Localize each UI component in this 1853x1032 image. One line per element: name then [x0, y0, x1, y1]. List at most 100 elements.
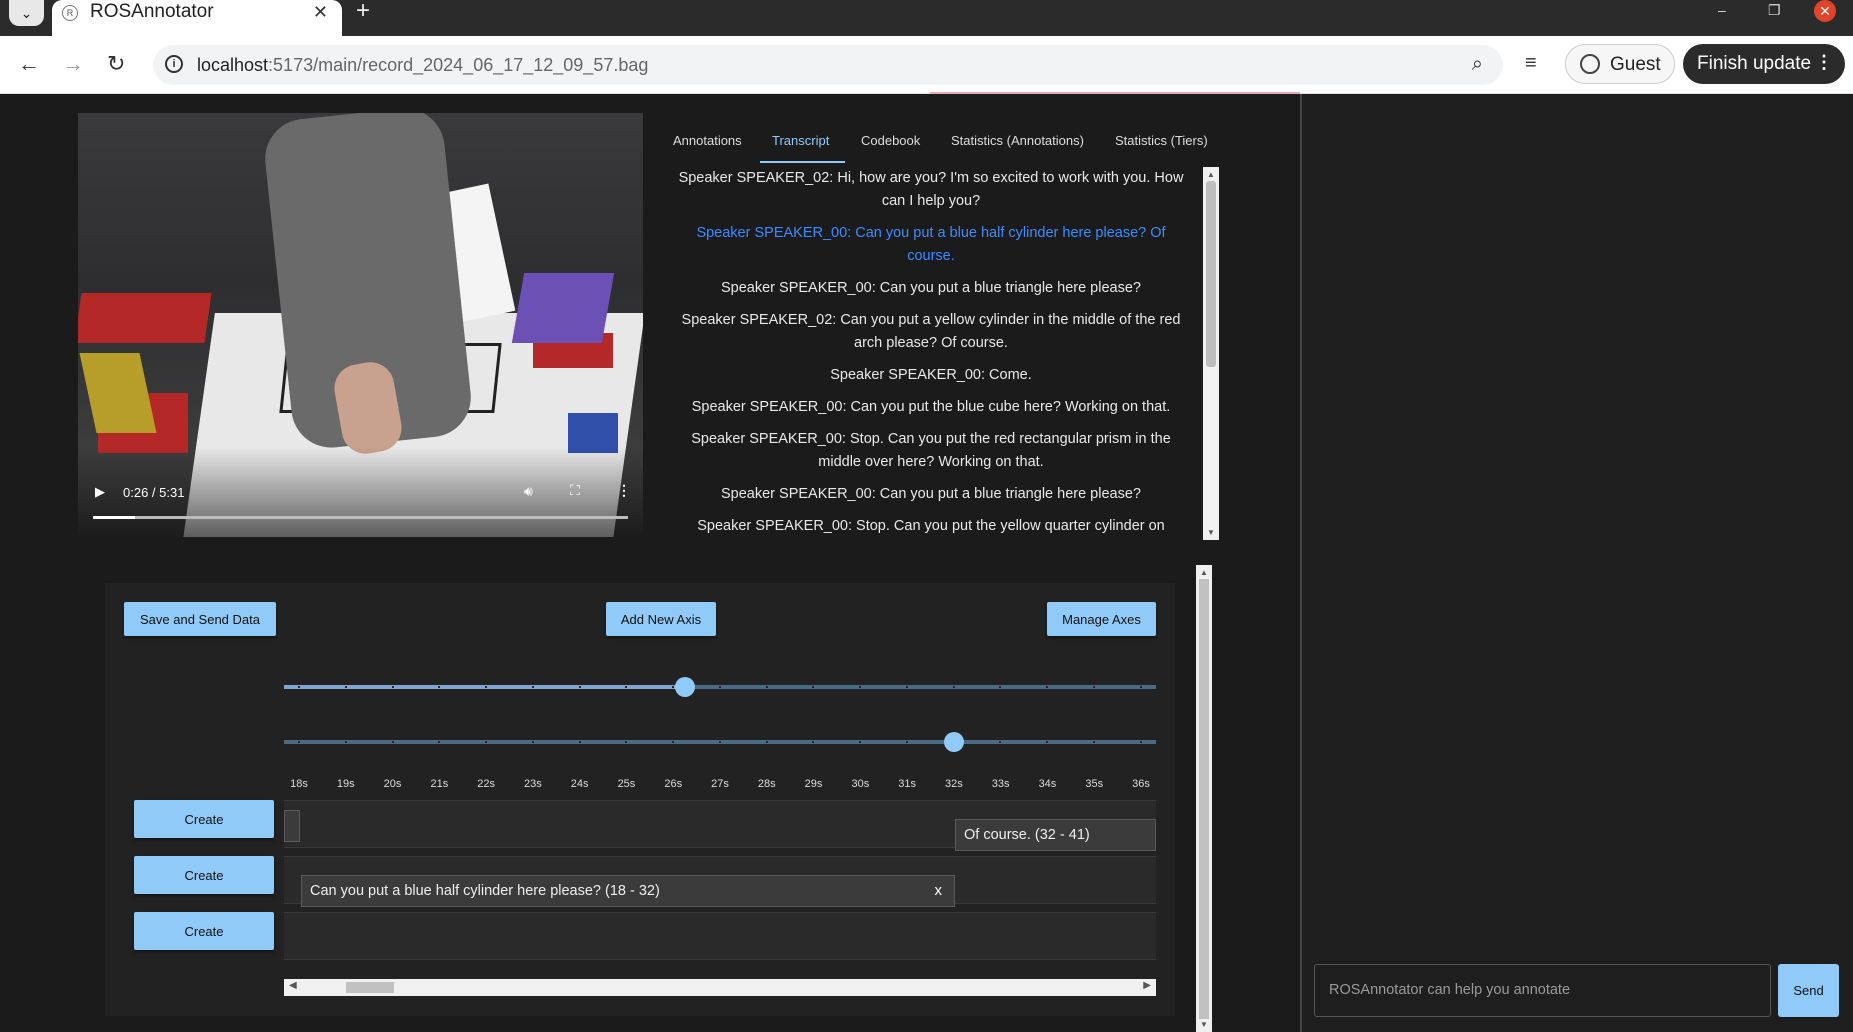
forward-icon[interactable]: → [62, 53, 84, 75]
transcript-line[interactable]: Speaker SPEAKER_00: Can you put the blue… [660, 396, 1202, 419]
tab-statistics-tiers[interactable]: Statistics (Tiers) [1115, 133, 1208, 148]
transcript-line[interactable]: Speaker SPEAKER_02: Hi, how are you? I'm… [660, 167, 1202, 213]
transcript-line[interactable]: Speaker SPEAKER_00: Stop. Can you put th… [660, 515, 1202, 538]
time-label: 26s [664, 778, 683, 790]
minimize-icon[interactable]: – [1718, 2, 1726, 18]
page-scroll-thumb[interactable] [1199, 579, 1209, 1019]
tab-title: ROSAnnotator [90, 1, 214, 22]
tier-row-3[interactable] [284, 912, 1156, 960]
video-time: 0:26 / 5:31 [123, 485, 185, 500]
url-text[interactable]: localhost:5173/main/record_2024_06_17_12… [197, 55, 648, 76]
tab-codebook[interactable]: Codebook [861, 133, 920, 148]
delete-segment-icon[interactable]: x [935, 882, 943, 899]
slider-tick [999, 741, 1002, 743]
fullscreen-icon[interactable]: ⛶ [570, 482, 580, 499]
video-progress-bar[interactable] [93, 516, 628, 519]
media-controls-icon[interactable]: ≡ [1525, 52, 1537, 75]
window-close-icon[interactable]: ✕ [1814, 0, 1836, 22]
slider-tick [672, 741, 675, 743]
time-label: 20s [383, 778, 402, 790]
address-bar[interactable]: i localhost:5173/main/record_2024_06_17_… [153, 45, 1503, 85]
reload-icon[interactable]: ↻ [107, 53, 125, 75]
tab-search-button[interactable]: ⌄ [9, 0, 44, 26]
slider-tick [344, 741, 347, 743]
video-more-icon[interactable]: ⋮ [617, 482, 631, 499]
video-progress-fill [93, 516, 136, 519]
tab-transcript[interactable]: Transcript [772, 133, 829, 148]
new-tab-icon[interactable]: + [356, 0, 370, 23]
slider-tick [905, 686, 908, 688]
slider-tick [344, 686, 347, 688]
slider-tick [1139, 686, 1142, 688]
slider-tick [485, 686, 488, 688]
create-button-row1[interactable]: Create [134, 800, 274, 838]
timeline-scroll-thumb[interactable] [346, 982, 394, 993]
slider-tick [765, 686, 768, 688]
slider-2-thumb[interactable] [944, 732, 964, 752]
chat-input[interactable]: ROSAnnotator can help you annotate [1314, 964, 1771, 1017]
zoom-icon[interactable]: ⌕ [1472, 53, 1483, 76]
scroll-down-icon[interactable]: ▼ [1200, 1020, 1208, 1029]
scroll-right-icon[interactable]: ▶ [1143, 980, 1151, 991]
chat-panel [1300, 94, 1853, 1032]
create-button-row3[interactable]: Create [134, 912, 274, 950]
slider-tick [672, 686, 675, 688]
timeline-horizontal-scrollbar[interactable]: ◀ ▶ [284, 979, 1156, 996]
time-axis-labels: 18s 19s 20s 21s 22s 23s 24s 25s 26s 27s 28s 29s 30s 3… [284, 778, 1156, 794]
time-slider-2[interactable] [284, 732, 1156, 752]
slider-tick [531, 686, 534, 688]
transcript-line-active[interactable]: Speaker SPEAKER_00: Can you put a blue h… [660, 222, 1202, 268]
video-frame-red-block [78, 293, 212, 343]
time-label: 28s [757, 778, 776, 790]
site-info-icon[interactable]: i [165, 55, 183, 73]
more-menu-icon[interactable]: ⋮ [1815, 52, 1833, 73]
slider-tick [952, 686, 955, 688]
time-label: 29s [804, 778, 823, 790]
save-send-button[interactable]: Save and Send Data [124, 602, 276, 636]
transcript-line[interactable]: Speaker SPEAKER_00: Stop. Can you put th… [660, 428, 1202, 474]
add-axis-button[interactable]: Add New Axis [606, 602, 716, 636]
tab-annotations[interactable]: Annotations [673, 133, 742, 148]
create-button-row2[interactable]: Create [134, 856, 274, 894]
slider-tick [391, 741, 394, 743]
manage-axes-button[interactable]: Manage Axes [1047, 602, 1156, 636]
back-icon[interactable]: ← [18, 53, 40, 75]
transcript-scrollbar[interactable]: ▲ ▼ [1203, 167, 1219, 540]
finish-update-button[interactable]: Finish update ⋮ [1683, 44, 1845, 84]
transcript-line[interactable]: Speaker SPEAKER_00: Come. [660, 364, 1202, 387]
time-label: 33s [991, 778, 1010, 790]
scroll-up-icon[interactable]: ▲ [1200, 568, 1208, 577]
transcript-line[interactable]: Speaker SPEAKER_00: Can you put a blue t… [660, 483, 1202, 506]
segment-blue-half-cylinder[interactable]: Can you put a blue half cylinder here pl… [301, 875, 955, 907]
slider-tick [718, 686, 721, 688]
send-button[interactable]: Send [1778, 964, 1839, 1017]
tier-row-2[interactable]: Can you put a blue half cylinder here pl… [284, 856, 1156, 907]
close-tab-icon[interactable]: ✕ [313, 2, 328, 23]
slider-tick [905, 741, 908, 743]
time-slider-1[interactable] [284, 677, 1156, 697]
volume-icon[interactable]: 🔊︎ [524, 483, 533, 500]
play-icon[interactable]: ▶ [95, 484, 105, 500]
tab-statistics-annotations[interactable]: Statistics (Annotations) [951, 133, 1084, 148]
browser-tab[interactable]: R ROSAnnotator ✕ [52, 0, 342, 36]
scroll-left-icon[interactable]: ◀ [289, 980, 297, 991]
time-label: 34s [1038, 778, 1057, 790]
slider-tick [718, 741, 721, 743]
restore-icon[interactable]: ❐ [1768, 2, 1781, 19]
slider-tick [859, 741, 862, 743]
page-vertical-scrollbar[interactable]: ▲ ▼ [1196, 565, 1212, 1032]
slider-tick [1046, 741, 1049, 743]
slider-tick [578, 686, 581, 688]
tier-row-1[interactable]: Of course. (32 - 41) [284, 800, 1156, 851]
segment-stub[interactable] [284, 810, 300, 842]
transcript-scroll-thumb[interactable] [1206, 181, 1216, 367]
guest-profile-button[interactable]: Guest [1565, 44, 1675, 84]
transcript-line[interactable]: Speaker SPEAKER_00: Can you put a blue t… [660, 277, 1202, 300]
scroll-up-icon[interactable]: ▲ [1207, 170, 1215, 179]
scroll-down-icon[interactable]: ▼ [1207, 528, 1215, 537]
segment-of-course[interactable]: Of course. (32 - 41) [955, 819, 1156, 851]
slider-tick [625, 686, 628, 688]
transcript-line[interactable]: Speaker SPEAKER_02: Can you put a yellow… [660, 309, 1202, 355]
slider-1-thumb[interactable] [675, 677, 695, 697]
video-player[interactable] [78, 113, 643, 537]
